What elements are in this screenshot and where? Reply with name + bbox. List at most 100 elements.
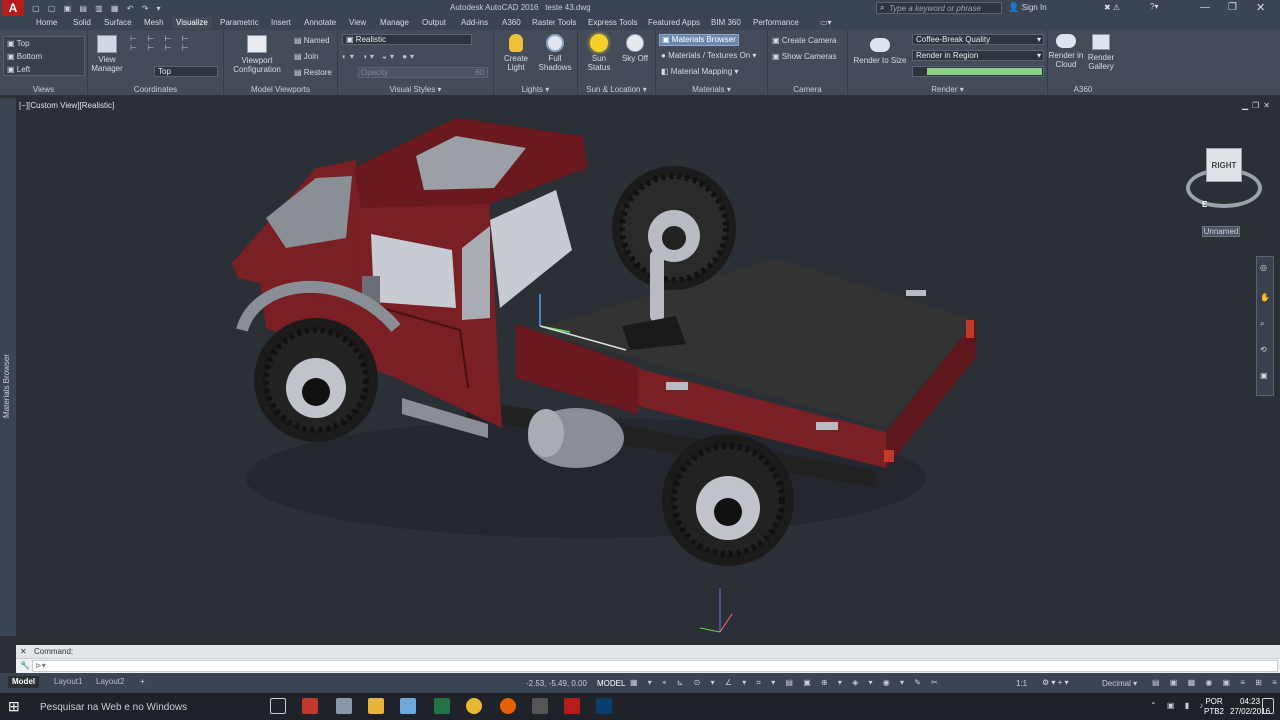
drawing-viewport[interactable]: [−][Custom View][Realistic] ▁❐✕ RIGHT E …: [16, 98, 1280, 636]
materials-browser-button[interactable]: ▣ Materials Browser: [659, 34, 739, 46]
status-toggle-icons[interactable]: ▦ ▾ ⌖ ⊾ ⊙ ▾ ∠ ▾ ⌗ ▾ ▤ ▣ ⊕ ▾ ◈ ▾ ◉ ▾ ✎ ✂: [630, 678, 942, 688]
render-to-size-button[interactable]: Render to Size: [852, 38, 908, 65]
full-shadows-button[interactable]: Full Shadows: [536, 34, 574, 72]
tab-home[interactable]: Home: [32, 17, 61, 29]
command-close-icon[interactable]: ✕: [20, 647, 27, 656]
navigation-bar[interactable]: ◎ ✋ ⌕ ⟲ ▣: [1256, 256, 1274, 396]
excel-icon[interactable]: [434, 698, 450, 714]
tab-featured-apps[interactable]: Featured Apps: [644, 17, 704, 29]
quick-access-toolbar[interactable]: ▢ ▢ ▣ ▤ ▥ ▦ ↶ ↷ ▾: [32, 3, 172, 13]
create-light-button[interactable]: Create Light: [498, 34, 534, 72]
language-indicator[interactable]: POR PTB2: [1204, 697, 1224, 717]
layout-tab-model[interactable]: Model: [8, 676, 40, 688]
tab-express-tools[interactable]: Express Tools: [584, 17, 642, 29]
tab-annotate[interactable]: Annotate: [300, 17, 340, 29]
tab-manage[interactable]: Manage: [376, 17, 413, 29]
help-icon[interactable]: ?▾: [1150, 2, 1158, 11]
app-icon-acrobat[interactable]: [302, 698, 318, 714]
ucs-dropdown[interactable]: Top: [154, 66, 218, 77]
show-cameras-button[interactable]: ▣ Show Cameras: [772, 52, 836, 61]
close-icon[interactable]: ✕: [1256, 1, 1265, 14]
view-item-left[interactable]: ▣ Left: [7, 65, 30, 74]
viewcube[interactable]: RIGHT E: [1182, 138, 1266, 214]
join-viewports-button[interactable]: ▤ Join: [294, 52, 318, 61]
view-manager-button[interactable]: View Manager: [90, 35, 124, 73]
command-settings-icon[interactable]: 🔧: [20, 661, 30, 670]
restore-viewports-button[interactable]: ▤ Restore: [294, 68, 332, 77]
coordinates-panel-label: Coordinates: [133, 85, 178, 94]
visual-style-tools[interactable]: ◐▾ ◑▾ ◒▾ ●▾: [342, 52, 417, 61]
visual-style-dropdown[interactable]: ▣ Realistic: [342, 34, 472, 45]
render-in-cloud-button[interactable]: Render in Cloud: [1048, 34, 1084, 69]
tab-parametric[interactable]: Parametric: [216, 17, 263, 29]
notifications-icon[interactable]: [1262, 698, 1274, 714]
photoshop-icon[interactable]: [596, 698, 612, 714]
task-view-icon[interactable]: [270, 698, 286, 714]
minimize-icon[interactable]: —: [1200, 2, 1210, 13]
command-prompt-label: Command:: [34, 647, 74, 656]
viewcube-face[interactable]: RIGHT: [1206, 148, 1242, 182]
sign-in-button[interactable]: 👤 Sign In: [1008, 2, 1100, 14]
add-layout-icon[interactable]: +: [136, 676, 149, 688]
sun-status-button[interactable]: Sun Status: [582, 34, 616, 72]
materials-browser-palette-strip[interactable]: Materials Browser: [0, 98, 16, 636]
app-icon-blue[interactable]: [400, 698, 416, 714]
status-right-icons[interactable]: ▤ ▣ ▦ ◉ ▣ ≡ ⊞ ≡: [1152, 678, 1280, 687]
firefox-icon[interactable]: [500, 698, 516, 714]
layout-tab-layout1[interactable]: Layout1: [50, 676, 86, 688]
taskbar-search[interactable]: Pesquisar na Web e no Windows: [40, 702, 187, 713]
file-explorer-icon[interactable]: [368, 698, 384, 714]
annotation-scale[interactable]: 1:1: [1016, 679, 1027, 688]
showmotion-icon[interactable]: ▣: [1260, 371, 1268, 380]
ribbon-toggle-icon[interactable]: ▭▾: [816, 17, 836, 29]
layout-tab-layout2[interactable]: Layout2: [92, 676, 128, 688]
ucs-menu-button[interactable]: Unnamed: [1202, 226, 1240, 237]
workspace-icon[interactable]: ⚙ ▾ + ▾: [1042, 678, 1069, 687]
autocad-logo-icon[interactable]: A: [2, 0, 24, 16]
tab-performance[interactable]: Performance: [749, 17, 803, 29]
named-viewports-button[interactable]: ▤ Named: [294, 36, 330, 45]
tab-add-ins[interactable]: Add-ins: [457, 17, 492, 29]
app-icon-viewer[interactable]: [336, 698, 352, 714]
zoom-icon[interactable]: ⌕: [1260, 319, 1264, 329]
materials-textures-button[interactable]: ● Materials / Textures On ▾: [661, 51, 756, 60]
tab-mesh[interactable]: Mesh: [140, 17, 168, 29]
tab-raster-tools[interactable]: Raster Tools: [528, 17, 580, 29]
material-mapping-button[interactable]: ◧ Material Mapping ▾: [661, 67, 738, 76]
orbit-icon[interactable]: ⟲: [1260, 345, 1267, 354]
render-region-dropdown[interactable]: Render in Region ▾: [912, 50, 1044, 61]
opacity-slider[interactable]: Opacity 60: [358, 67, 488, 78]
restore-icon[interactable]: ❐: [1228, 2, 1237, 13]
search-box[interactable]: ⌕ Type a keyword or phrase: [876, 2, 1002, 14]
tab-output[interactable]: Output: [418, 17, 450, 29]
units-dropdown[interactable]: Decimal ▾: [1102, 679, 1137, 688]
exchange-icon[interactable]: ✖ ⚠: [1104, 3, 1120, 12]
create-camera-button[interactable]: ▣ Create Camera: [772, 36, 836, 45]
search-icon: ⌕: [880, 3, 885, 12]
tab-view[interactable]: View: [345, 17, 370, 29]
sky-off-button[interactable]: Sky Off: [618, 34, 652, 63]
calculator-icon[interactable]: [532, 698, 548, 714]
tab-bim-360[interactable]: BIM 360: [707, 17, 745, 29]
truck-model[interactable]: [16, 98, 1280, 636]
tab-a360[interactable]: A360: [498, 17, 525, 29]
view-item-bottom[interactable]: ▣ Bottom: [7, 52, 42, 61]
tab-solid[interactable]: Solid: [69, 17, 95, 29]
pan-icon[interactable]: ✋: [1260, 293, 1270, 302]
model-space-button[interactable]: MODEL: [597, 679, 625, 688]
autocad-taskbar-icon[interactable]: [564, 698, 580, 714]
render-quality-dropdown[interactable]: Coffee-Break Quality ▾: [912, 34, 1044, 45]
steering-wheel-icon[interactable]: ◎: [1260, 263, 1267, 272]
viewport-configuration-button[interactable]: Viewport Configuration: [226, 35, 288, 74]
tab-insert[interactable]: Insert: [267, 17, 295, 29]
render-gallery-button[interactable]: Render Gallery: [1084, 34, 1118, 71]
coordinate-readout[interactable]: -2.53, -5.49, 0.00: [526, 679, 587, 688]
tray-icons[interactable]: ⌃ ▣ ▮ ♪: [1150, 701, 1207, 710]
windows-start-icon[interactable]: ⊞: [8, 698, 24, 714]
command-input[interactable]: ⊳▾: [32, 660, 1278, 672]
tab-surface[interactable]: Surface: [100, 17, 136, 29]
ucs-tools[interactable]: ⊢ ⊢ ⊢ ⊢ ⊢ ⊢ ⊢ ⊢: [130, 34, 193, 52]
chrome-icon[interactable]: [466, 698, 482, 714]
view-item-top[interactable]: ▣ Top: [7, 39, 30, 48]
tab-visualize[interactable]: Visualize: [172, 17, 212, 29]
